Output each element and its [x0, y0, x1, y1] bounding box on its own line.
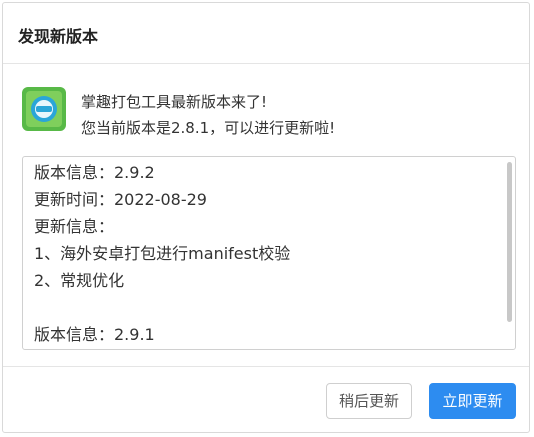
update-dialog: 发现新版本 掌趣打包工具最新版本来了! 您当前版本是2.8.1，可以进行更新啦!… — [2, 2, 530, 433]
release-note-line: 更新时间：2022-08-29 — [34, 190, 207, 209]
update-message-line1: 掌趣打包工具最新版本来了! — [81, 93, 268, 111]
release-notes-box[interactable]: 版本信息：2.9.2 更新时间：2022-08-29 更新信息： 1、海外安卓打… — [22, 156, 516, 350]
update-later-button[interactable]: 稍后更新 — [326, 383, 412, 419]
app-logo-icon — [21, 86, 67, 132]
release-note-line: 1、海外安卓打包进行manifest校验 — [34, 244, 291, 263]
release-note-line — [34, 294, 501, 321]
release-note-line: 更新信息： — [34, 217, 115, 236]
release-note-line: 版本信息：2.9.1 — [34, 325, 155, 344]
update-message-line2: 您当前版本是2.8.1，可以进行更新啦! — [81, 119, 336, 137]
dialog-title-bar: 发现新版本 — [3, 3, 529, 64]
footer-divider — [3, 366, 529, 367]
scrollbar-thumb[interactable] — [507, 162, 512, 322]
release-note-line: 版本信息：2.9.2 — [34, 163, 155, 182]
release-notes-content: 版本信息：2.9.2 更新时间：2022-08-29 更新信息： 1、海外安卓打… — [34, 159, 501, 348]
update-now-button[interactable]: 立即更新 — [429, 383, 516, 419]
release-note-line: 2、常规优化 — [34, 271, 125, 290]
dialog-title: 发现新版本 — [18, 27, 99, 46]
release-notes-scrollbar[interactable] — [506, 158, 514, 348]
